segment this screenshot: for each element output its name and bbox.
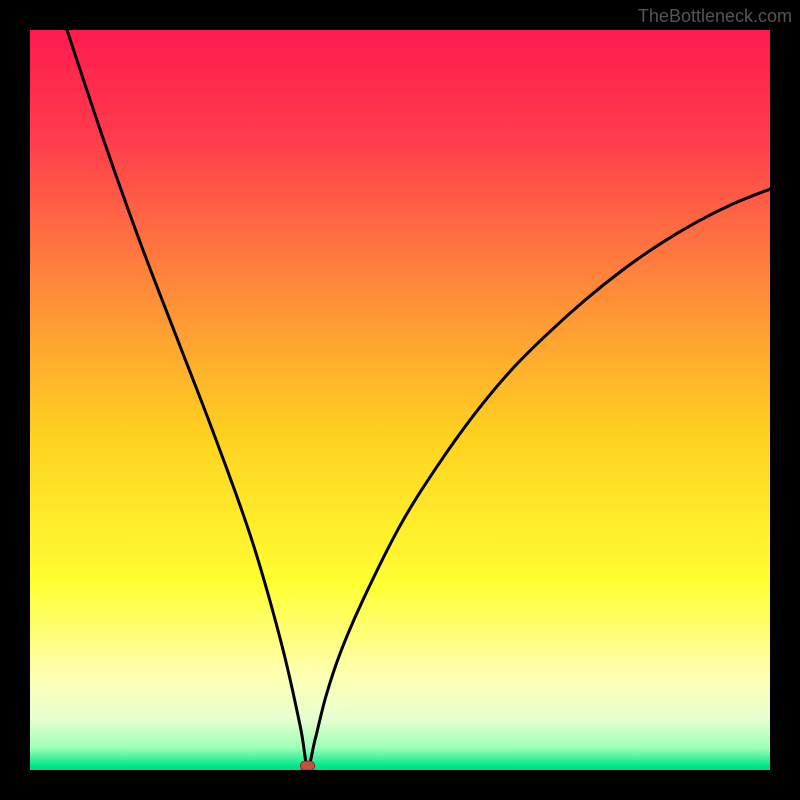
attribution-text: TheBottleneck.com bbox=[638, 6, 792, 27]
bottleneck-curve bbox=[67, 30, 770, 767]
plot-area bbox=[30, 30, 770, 770]
curve-layer bbox=[30, 30, 770, 770]
optimum-marker bbox=[301, 761, 315, 770]
chart-frame: TheBottleneck.com bbox=[0, 0, 800, 800]
